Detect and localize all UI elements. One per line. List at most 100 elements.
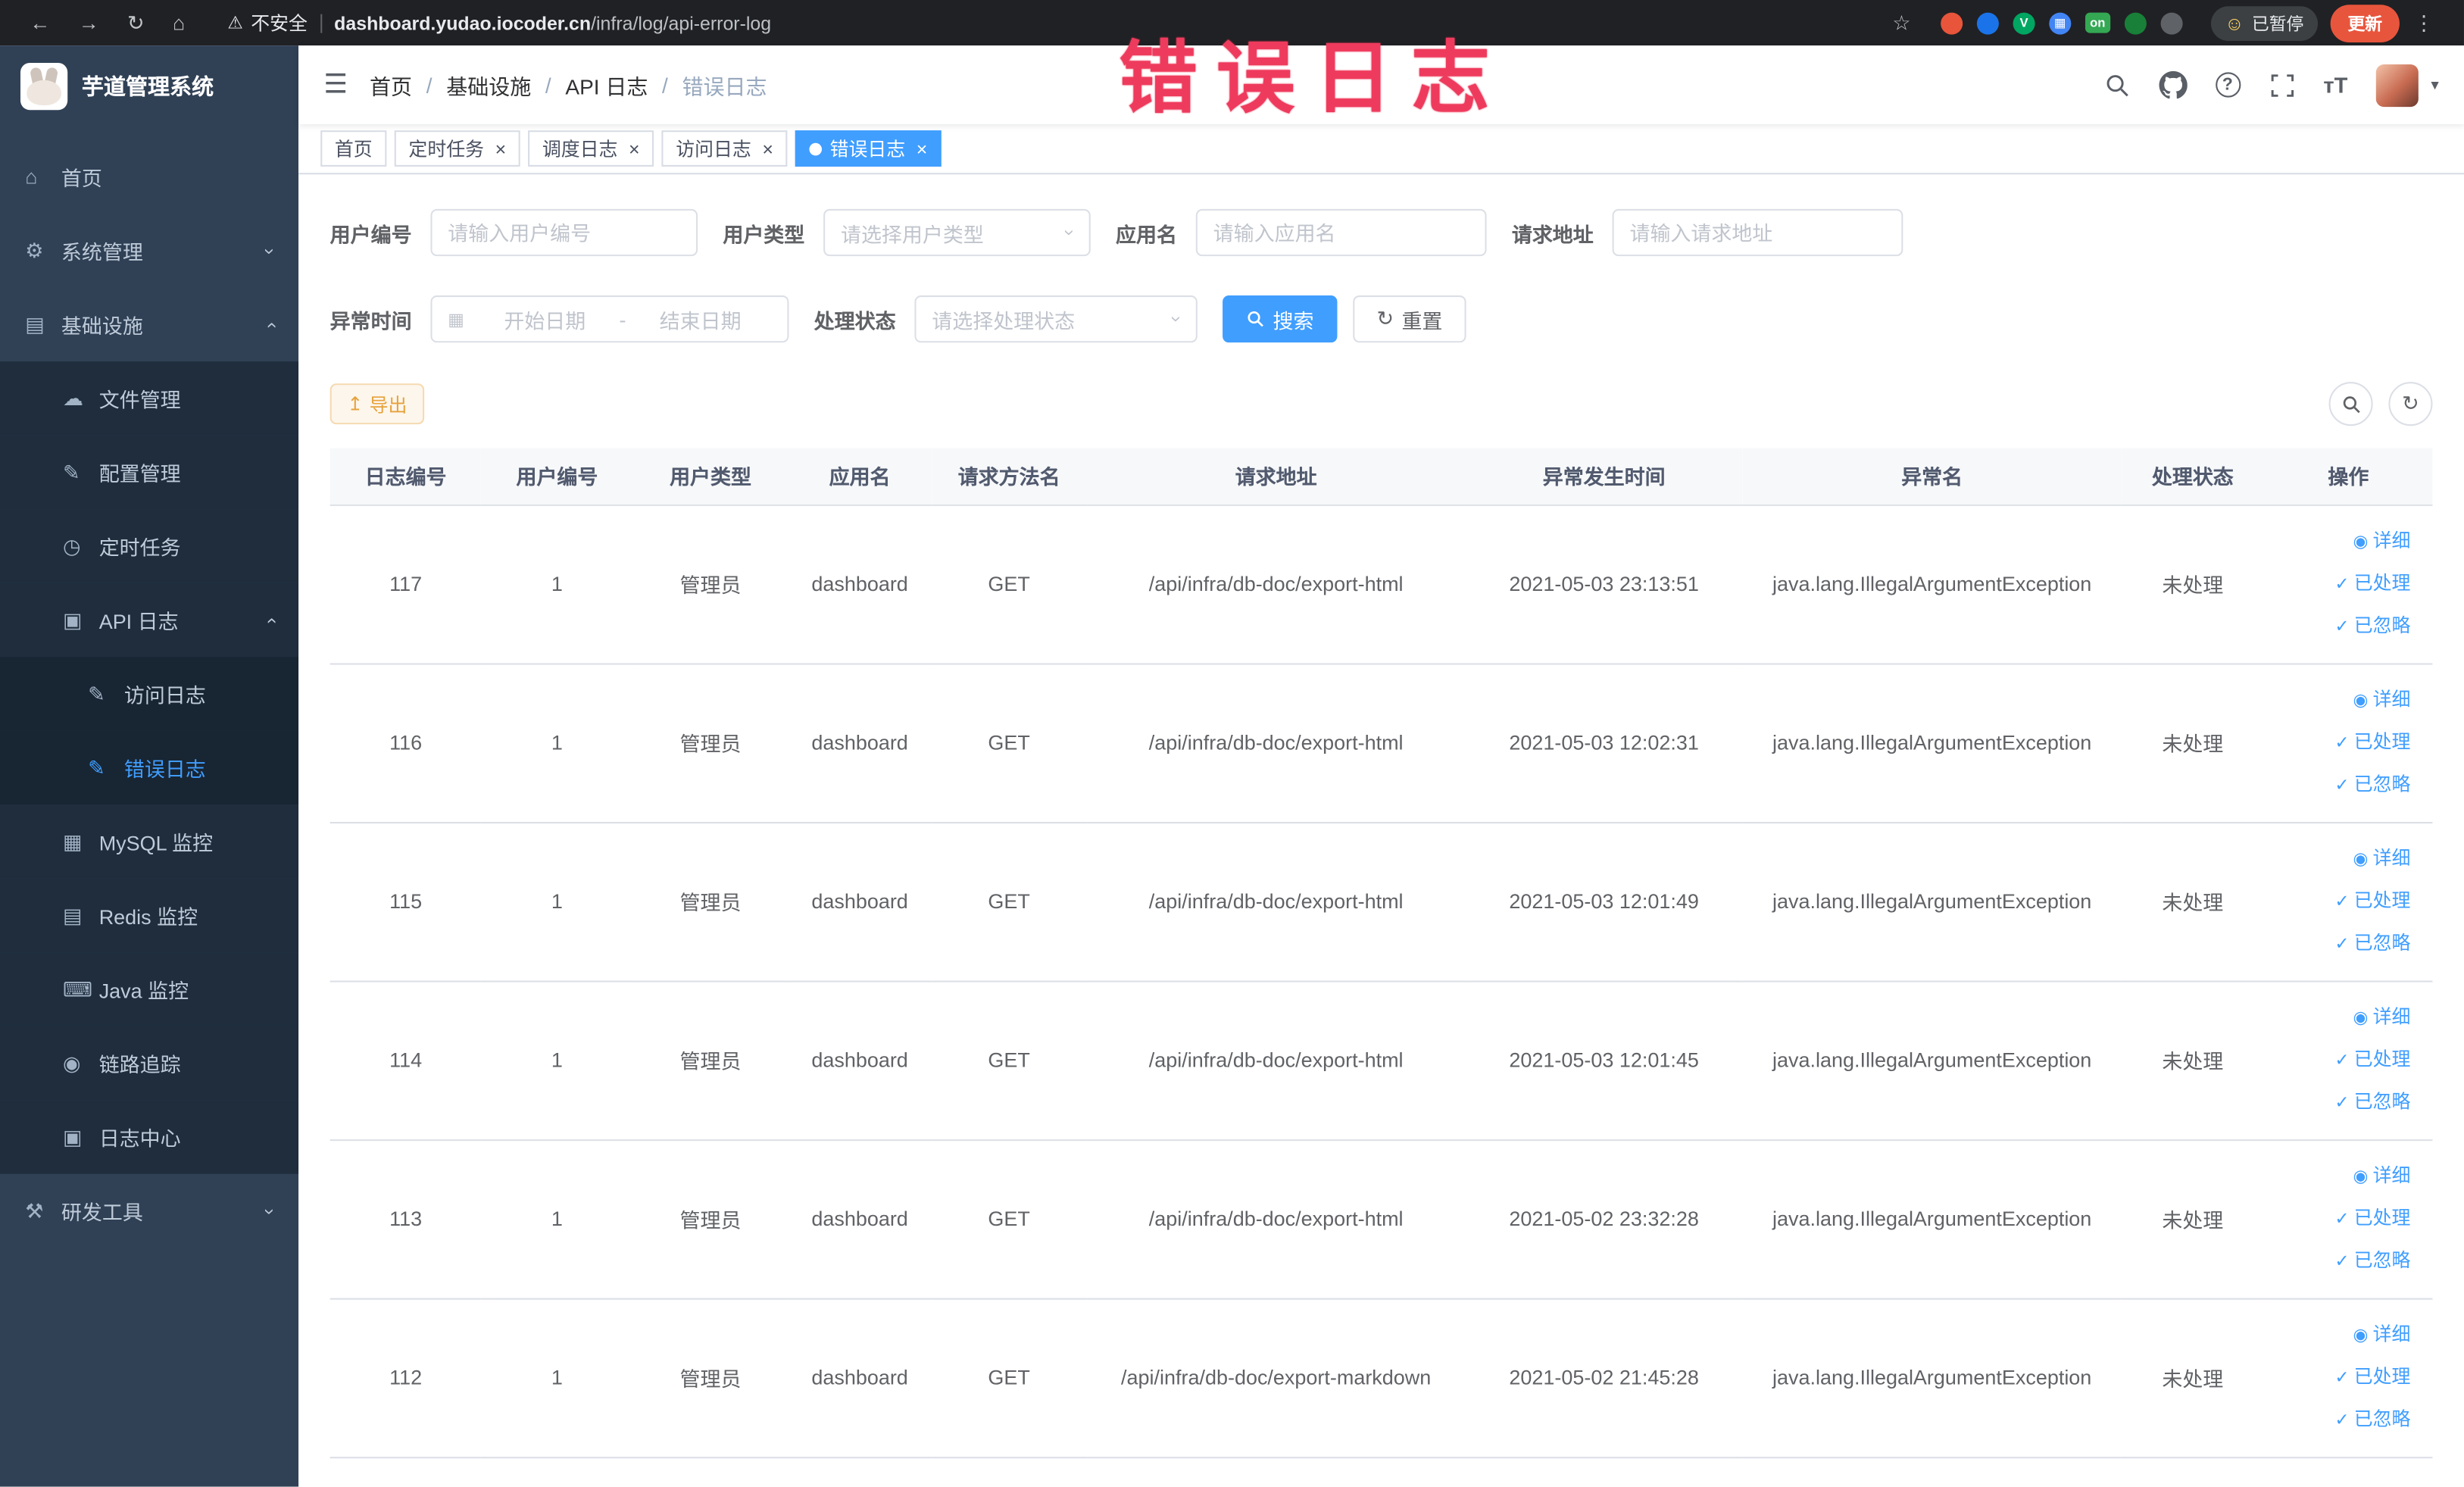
breadcrumb-item[interactable]: API 日志 (565, 69, 648, 100)
action-ignore[interactable]: ✓ 已忽略 (2264, 1081, 2410, 1123)
eye-icon: ◉ (2353, 1326, 2369, 1345)
star-bookmark-icon[interactable]: ☆ (1878, 10, 1925, 35)
search-button[interactable]: 搜索 (1223, 295, 1338, 343)
sidebar-item-api-log[interactable]: ▣ API 日志 › (0, 583, 299, 658)
update-button[interactable]: 更新 (2330, 4, 2400, 42)
action-label: 详细 (2372, 847, 2411, 870)
action-detail[interactable]: ◉ 详细 (2264, 520, 2410, 563)
action-detail[interactable]: ◉ 详细 (2264, 1155, 2410, 1198)
sidebar-item-mysql[interactable]: ▦ MySQL 监控 (0, 804, 299, 879)
cell-method: GET (931, 980, 1087, 1141)
refresh-table-button[interactable]: ↻ (2388, 382, 2433, 426)
tab-调度日志[interactable]: 调度日志 × (528, 130, 654, 167)
avatar[interactable] (2375, 64, 2419, 107)
extension-leaf-icon[interactable] (2124, 11, 2147, 34)
action-label: 已忽略 (2353, 932, 2411, 954)
action-detail[interactable]: ◉ 详细 (2264, 1314, 2410, 1356)
column-header: 请求地址 (1086, 448, 1466, 505)
kebab-menu-icon[interactable]: ⋮ (2400, 10, 2448, 35)
hide-search-button[interactable] (2328, 382, 2373, 426)
address-bar[interactable]: ⚠ 不安全 dashboard.yudao.iocoder.cn/infra/l… (208, 9, 1869, 36)
exception-time-range[interactable]: ▦ 开始日期 - 结束日期 (430, 295, 789, 343)
breadcrumb-item[interactable]: 首页 (370, 69, 412, 100)
reload-icon[interactable]: ↻ (113, 10, 158, 35)
action-processed[interactable]: ✓ 已处理 (2264, 1356, 2410, 1398)
action-processed[interactable]: ✓ 已处理 (2264, 563, 2410, 605)
sidebar-item-trace[interactable]: ◉ 链路追踪 (0, 1026, 299, 1101)
extension-blue-drop-icon[interactable] (1976, 11, 1999, 34)
extension-green-v-icon[interactable]: V (2013, 11, 2035, 34)
action-detail[interactable]: ◉ 详细 (2264, 679, 2410, 721)
process-status-label: 处理状态 (814, 308, 896, 333)
action-ignore[interactable]: ✓ 已忽略 (2264, 605, 2410, 648)
sidebar-item-system[interactable]: ⚙ 系统管理 › (0, 214, 298, 288)
tab-错误日志[interactable]: 错误日志 × (795, 130, 942, 167)
action-ignore[interactable]: ✓ 已忽略 (2264, 923, 2410, 965)
sidebar-item-error-log[interactable]: ✎ 错误日志 (0, 730, 299, 805)
action-processed[interactable]: ✓ 已处理 (2264, 880, 2410, 923)
back-icon[interactable]: ← (16, 11, 64, 35)
caret-down-icon[interactable]: ▾ (2431, 77, 2438, 94)
search-icon (1248, 311, 1263, 327)
sidebar-item-dev-tools[interactable]: ⚒ 研发工具 › (0, 1174, 298, 1248)
export-button[interactable]: ↥ 导出 (329, 383, 425, 425)
action-ignore[interactable]: ✓ 已忽略 (2264, 1240, 2410, 1282)
action-ignore[interactable]: ✓ 已忽略 (2264, 764, 2410, 806)
action-processed[interactable]: ✓ 已处理 (2264, 1039, 2410, 1081)
extension-blue-grid-icon[interactable]: ▦ (2049, 11, 2072, 34)
font-size-icon[interactable]: тT (2323, 72, 2347, 97)
close-icon[interactable]: × (917, 138, 928, 160)
sidebar-item-config[interactable]: ✎ 配置管理 (0, 435, 299, 510)
fullscreen-icon[interactable] (2269, 71, 2295, 98)
home-icon[interactable]: ⌂ (158, 11, 199, 35)
help-icon[interactable]: ? (2215, 72, 2241, 98)
cell-status: 未处理 (2121, 1298, 2265, 1458)
action-ignore[interactable]: ✓ 已忽略 (2264, 1398, 2410, 1441)
action-detail[interactable]: ◉ 详细 (2264, 838, 2410, 880)
sidebar-item-infra[interactable]: ▤ 基础设施 › (0, 288, 298, 362)
close-icon[interactable]: × (495, 138, 507, 160)
close-icon[interactable]: × (762, 138, 773, 160)
reset-button-label: 重置 (1401, 308, 1443, 333)
close-icon[interactable]: × (629, 138, 640, 160)
cell-app: dashboard (788, 822, 932, 982)
menu-logcenter-icon: ▣ (62, 1124, 83, 1148)
action-label: 已处理 (2353, 1048, 2411, 1070)
tab-首页[interactable]: 首页 (320, 130, 387, 167)
cell-exception: java.lang.IllegalArgumentException (1742, 1298, 2122, 1458)
search-icon[interactable] (2103, 71, 2130, 98)
request-url-input[interactable] (1612, 208, 1903, 257)
app-name-input[interactable] (1195, 208, 1487, 257)
extension-red-icon[interactable] (1941, 11, 1963, 34)
sidebar-item-redis[interactable]: ▤ Redis 监控 (0, 878, 299, 953)
hamburger-icon[interactable]: ☰ (323, 69, 348, 100)
end-date-placeholder: 结束日期 (659, 308, 742, 333)
tab-label: 首页 (334, 138, 373, 161)
sidebar-item-file[interactable]: ☁ 文件管理 (0, 361, 299, 436)
extension-on-badge-icon[interactable]: on (2085, 12, 2110, 33)
paused-badge[interactable]: ☺ 已暂停 (2210, 5, 2319, 40)
action-processed[interactable]: ✓ 已处理 (2264, 721, 2410, 764)
process-status-select[interactable]: 请选择处理状态 › (914, 295, 1198, 343)
sidebar-item-java[interactable]: ⌨ Java 监控 (0, 952, 299, 1026)
active-tab-dot (809, 142, 823, 155)
tab-label: 定时任务 (408, 138, 485, 161)
user-type-select[interactable]: 请选择用户类型 › (823, 208, 1091, 257)
sidebar-item-log-center[interactable]: ▣ 日志中心 (0, 1100, 299, 1174)
forward-icon[interactable]: → (64, 11, 113, 35)
github-icon[interactable] (2158, 70, 2187, 99)
sidebar-item-home[interactable]: ⌂ 首页 (0, 140, 298, 214)
tab-定时任务[interactable]: 定时任务 × (394, 130, 520, 167)
sidebar-item-job[interactable]: ◷ 定时任务 (0, 509, 299, 583)
tab-访问日志[interactable]: 访问日志 × (661, 130, 788, 167)
table-row: 112 1 管理员 dashboard GET/api/infra/db-doc/exp… (329, 1298, 2433, 1458)
extension-dark-icon[interactable] (2160, 11, 2183, 34)
action-processed[interactable]: ✓ 已处理 (2264, 1198, 2410, 1240)
cell-app: dashboard (788, 1298, 932, 1458)
reset-button[interactable]: ↻ 重置 (1353, 295, 1466, 343)
action-detail[interactable]: ◉ 详细 (2264, 996, 2410, 1039)
breadcrumb-item[interactable]: 基础设施 (446, 69, 531, 100)
user-id-input[interactable] (430, 208, 698, 257)
logo: 芋道管理系统 (0, 45, 298, 127)
sidebar-item-access-log[interactable]: ✎ 访问日志 (0, 657, 299, 731)
